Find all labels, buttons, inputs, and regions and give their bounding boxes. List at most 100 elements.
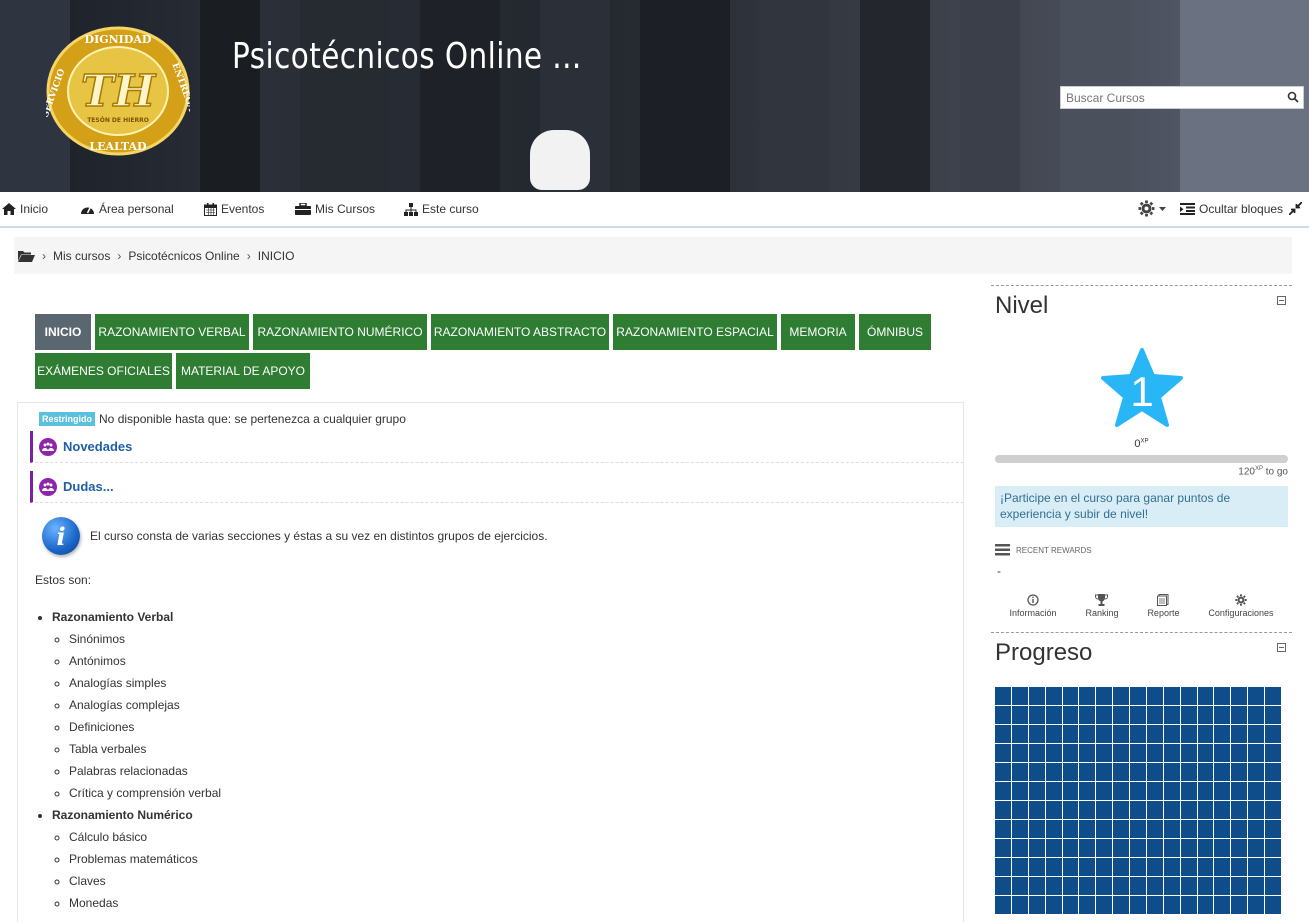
progress-cell[interactable]	[1079, 782, 1096, 800]
progress-cell[interactable]	[1028, 801, 1045, 819]
progress-cell[interactable]	[1028, 725, 1045, 743]
progress-cell[interactable]	[1011, 725, 1028, 743]
progress-cell[interactable]	[1265, 839, 1281, 857]
progress-cell[interactable]	[1096, 725, 1113, 743]
progress-cell[interactable]	[1113, 725, 1130, 743]
progress-cell[interactable]	[1163, 725, 1180, 743]
progress-cell[interactable]	[1062, 858, 1079, 876]
progress-cell[interactable]	[1231, 763, 1248, 781]
settings-link[interactable]: Configuraciones	[1208, 594, 1273, 618]
tab-razonamiento-espacial[interactable]: RAZONAMIENTO ESPACIAL	[613, 314, 777, 350]
progress-cell[interactable]	[1248, 782, 1265, 800]
progress-cell[interactable]	[995, 687, 1011, 705]
progress-cell[interactable]	[1062, 706, 1079, 724]
progress-cell[interactable]	[995, 725, 1011, 743]
search-input[interactable]	[1061, 87, 1281, 108]
progress-cell[interactable]	[1248, 820, 1265, 838]
progress-cell[interactable]	[1130, 706, 1146, 724]
progress-cell[interactable]	[1113, 877, 1130, 895]
progress-cell[interactable]	[1180, 858, 1197, 876]
progress-cell[interactable]	[1146, 858, 1163, 876]
tab-material-de-apoyo[interactable]: MATERIAL DE APOYO	[176, 353, 310, 389]
progress-cell[interactable]	[1231, 858, 1248, 876]
progress-cell[interactable]	[1028, 839, 1045, 857]
progress-cell[interactable]	[1045, 839, 1062, 857]
progress-cell[interactable]	[1146, 725, 1163, 743]
tab-omnibus[interactable]: ÓMNIBUS	[859, 314, 931, 350]
search-box[interactable]	[1060, 86, 1304, 109]
progress-cell[interactable]	[1113, 820, 1130, 838]
progress-cell[interactable]	[1062, 820, 1079, 838]
progress-cell[interactable]	[1214, 744, 1231, 762]
fullscreen-toggle[interactable]	[1289, 202, 1302, 215]
progress-cell[interactable]	[1146, 820, 1163, 838]
progress-cell[interactable]	[1163, 877, 1180, 895]
progress-cell[interactable]	[1011, 687, 1028, 705]
progress-cell[interactable]	[1062, 839, 1079, 857]
progress-cell[interactable]	[1028, 858, 1045, 876]
progress-cell[interactable]	[1096, 801, 1113, 819]
progress-cell[interactable]	[1045, 763, 1062, 781]
progress-cell[interactable]	[1197, 782, 1214, 800]
progress-cell[interactable]	[1113, 744, 1130, 762]
progress-cell[interactable]	[1113, 896, 1130, 914]
progress-cell[interactable]	[1079, 725, 1096, 743]
progress-cell[interactable]	[1028, 687, 1045, 705]
progress-cell[interactable]	[995, 839, 1011, 857]
progress-cell[interactable]	[1265, 763, 1281, 781]
progress-cell[interactable]	[1011, 858, 1028, 876]
progress-cell[interactable]	[1011, 820, 1028, 838]
progress-cell[interactable]	[1062, 725, 1079, 743]
progress-cell[interactable]	[1214, 763, 1231, 781]
progress-cell[interactable]	[1231, 839, 1248, 857]
progress-cell[interactable]	[1231, 801, 1248, 819]
progress-cell[interactable]	[1163, 744, 1180, 762]
progress-cell[interactable]	[1028, 763, 1045, 781]
progress-cell[interactable]	[1062, 687, 1079, 705]
progress-cell[interactable]	[995, 896, 1011, 914]
progress-cell[interactable]	[1130, 877, 1146, 895]
progress-cell[interactable]	[1214, 801, 1231, 819]
nav-item-area-personal[interactable]: Área personal	[80, 202, 174, 216]
progress-cell[interactable]	[1096, 820, 1113, 838]
progress-cell[interactable]	[1180, 725, 1197, 743]
progress-cell[interactable]	[1231, 877, 1248, 895]
progress-cell[interactable]	[1045, 706, 1062, 724]
progress-cell[interactable]	[1011, 744, 1028, 762]
nav-item-inicio[interactable]: Inicio	[2, 202, 48, 216]
progress-cell[interactable]	[1011, 877, 1028, 895]
progress-cell[interactable]	[1265, 877, 1281, 895]
progress-cell[interactable]	[1146, 706, 1163, 724]
progress-cell[interactable]	[1248, 877, 1265, 895]
progress-cell[interactable]	[1079, 706, 1096, 724]
progress-cell[interactable]	[1096, 858, 1113, 876]
progress-cell[interactable]	[1265, 687, 1281, 705]
progress-cell[interactable]	[1096, 839, 1113, 857]
progress-cell[interactable]	[1062, 896, 1079, 914]
progress-cell[interactable]	[1096, 706, 1113, 724]
progress-cell[interactable]	[1045, 877, 1062, 895]
progress-cell[interactable]	[1113, 706, 1130, 724]
progress-cell[interactable]	[1028, 896, 1045, 914]
tab-memoria[interactable]: MEMORIA	[781, 314, 855, 350]
progress-cell[interactable]	[1180, 763, 1197, 781]
progress-cell[interactable]	[1113, 839, 1130, 857]
progress-cell[interactable]	[1079, 839, 1096, 857]
progress-cell[interactable]	[1045, 858, 1062, 876]
nav-item-este-curso[interactable]: Este curso	[404, 202, 479, 216]
tab-razonamiento-verbal[interactable]: RAZONAMIENTO VERBAL	[95, 314, 249, 350]
progress-cell[interactable]	[1180, 896, 1197, 914]
progress-cell[interactable]	[1265, 896, 1281, 914]
progress-cell[interactable]	[1045, 744, 1062, 762]
progress-cell[interactable]	[1045, 782, 1062, 800]
progress-cell[interactable]	[1180, 820, 1197, 838]
progress-cell[interactable]	[1214, 858, 1231, 876]
progress-cell[interactable]	[1163, 801, 1180, 819]
nav-item-mis-cursos[interactable]: Mis Cursos	[295, 202, 375, 216]
progress-cell[interactable]	[1062, 763, 1079, 781]
progress-cell[interactable]	[1096, 782, 1113, 800]
progress-cell[interactable]	[1197, 839, 1214, 857]
forum-link[interactable]: Novedades	[63, 439, 132, 454]
progress-cell[interactable]	[1130, 801, 1146, 819]
progress-cell[interactable]	[1096, 763, 1113, 781]
